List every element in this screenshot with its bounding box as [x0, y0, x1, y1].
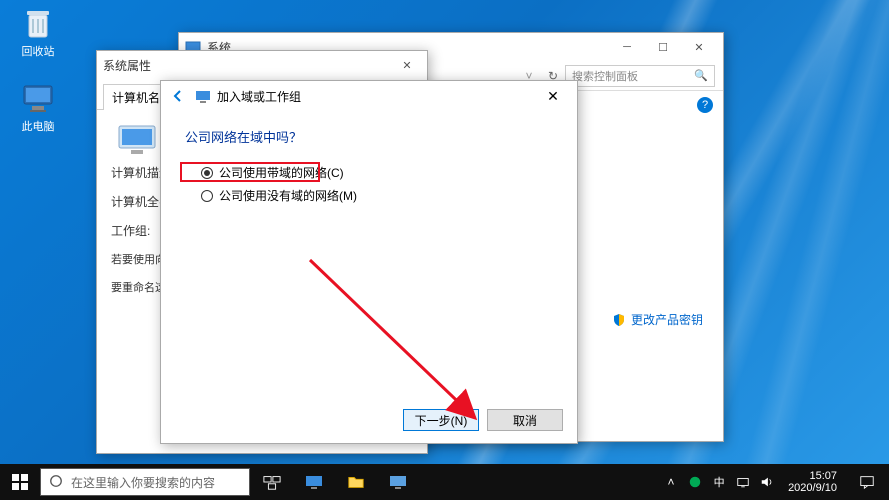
- clock-date: 2020/9/10: [788, 482, 837, 494]
- radio-label: 公司使用没有域的网络(M): [219, 187, 357, 204]
- control-panel-search[interactable]: 搜索控制面板 🔍: [565, 65, 715, 87]
- radio-icon: [201, 167, 213, 179]
- cancel-button[interactable]: 取消: [487, 409, 563, 431]
- join-domain-wizard: 加入域或工作组 ✕ 公司网络在域中吗？ 公司使用带域的网络(C) 公司使用没有域…: [160, 80, 578, 444]
- start-button[interactable]: [0, 464, 40, 500]
- tray-app-icon[interactable]: [686, 473, 704, 491]
- search-placeholder: 在这里输入你要搜索的内容: [71, 474, 215, 491]
- radio-option-with-domain[interactable]: 公司使用带域的网络(C): [201, 164, 553, 181]
- maximize-button[interactable]: ☐: [645, 36, 681, 58]
- action-center-button[interactable]: [849, 464, 885, 500]
- ime-icon[interactable]: 中: [710, 473, 728, 491]
- clock-time: 15:07: [788, 470, 837, 482]
- taskbar: 在这里输入你要搜索的内容 ˄ 中 15:07 2020/9/10: [0, 464, 889, 500]
- task-view-button[interactable]: [254, 464, 290, 500]
- taskbar-search[interactable]: 在这里输入你要搜索的内容: [40, 468, 250, 496]
- minimize-button[interactable]: ─: [609, 36, 645, 58]
- props-window-title: 系统属性: [103, 57, 393, 74]
- desktop-icon-this-pc[interactable]: 此电脑: [8, 80, 68, 134]
- next-button[interactable]: 下一步(N): [403, 409, 479, 431]
- search-placeholder: 搜索控制面板: [572, 68, 638, 84]
- computer-icon: [117, 124, 157, 156]
- radio-icon: [201, 190, 213, 202]
- search-icon: 🔍: [694, 69, 708, 82]
- props-titlebar[interactable]: 系统属性 ✕: [97, 51, 427, 79]
- this-pc-label: 此电脑: [22, 121, 55, 133]
- back-button[interactable]: [167, 85, 189, 107]
- close-button[interactable]: ✕: [537, 85, 569, 107]
- close-button[interactable]: ✕: [681, 36, 717, 58]
- radio-label: 公司使用带域的网络(C): [219, 164, 344, 181]
- wizard-icon: [195, 88, 211, 104]
- network-icon[interactable]: [734, 473, 752, 491]
- desktop-icon-recycle-bin[interactable]: 回收站: [8, 5, 68, 59]
- change-product-key-link[interactable]: 更改产品密钥: [612, 311, 703, 328]
- wizard-title: 加入域或工作组: [217, 88, 571, 105]
- taskbar-clock[interactable]: 15:07 2020/9/10: [782, 470, 843, 494]
- system-tray: ˄ 中 15:07 2020/9/10: [662, 464, 889, 500]
- this-pc-icon: [20, 80, 56, 116]
- cortana-icon: [49, 474, 63, 491]
- close-button[interactable]: ✕: [393, 54, 421, 76]
- wizard-header: 加入域或工作组: [161, 81, 577, 111]
- taskbar-app-file-explorer[interactable]: [338, 464, 374, 500]
- radio-option-without-domain[interactable]: 公司使用没有域的网络(M): [201, 187, 553, 204]
- recycle-bin-label: 回收站: [22, 46, 55, 58]
- tray-overflow-icon[interactable]: ˄: [662, 473, 680, 491]
- recycle-bin-icon: [20, 5, 56, 41]
- volume-icon[interactable]: [758, 473, 776, 491]
- taskbar-app-system[interactable]: [296, 464, 332, 500]
- shield-icon: [612, 313, 626, 327]
- taskbar-app-system-properties[interactable]: [380, 464, 416, 500]
- wizard-heading: 公司网络在域中吗？: [185, 127, 553, 146]
